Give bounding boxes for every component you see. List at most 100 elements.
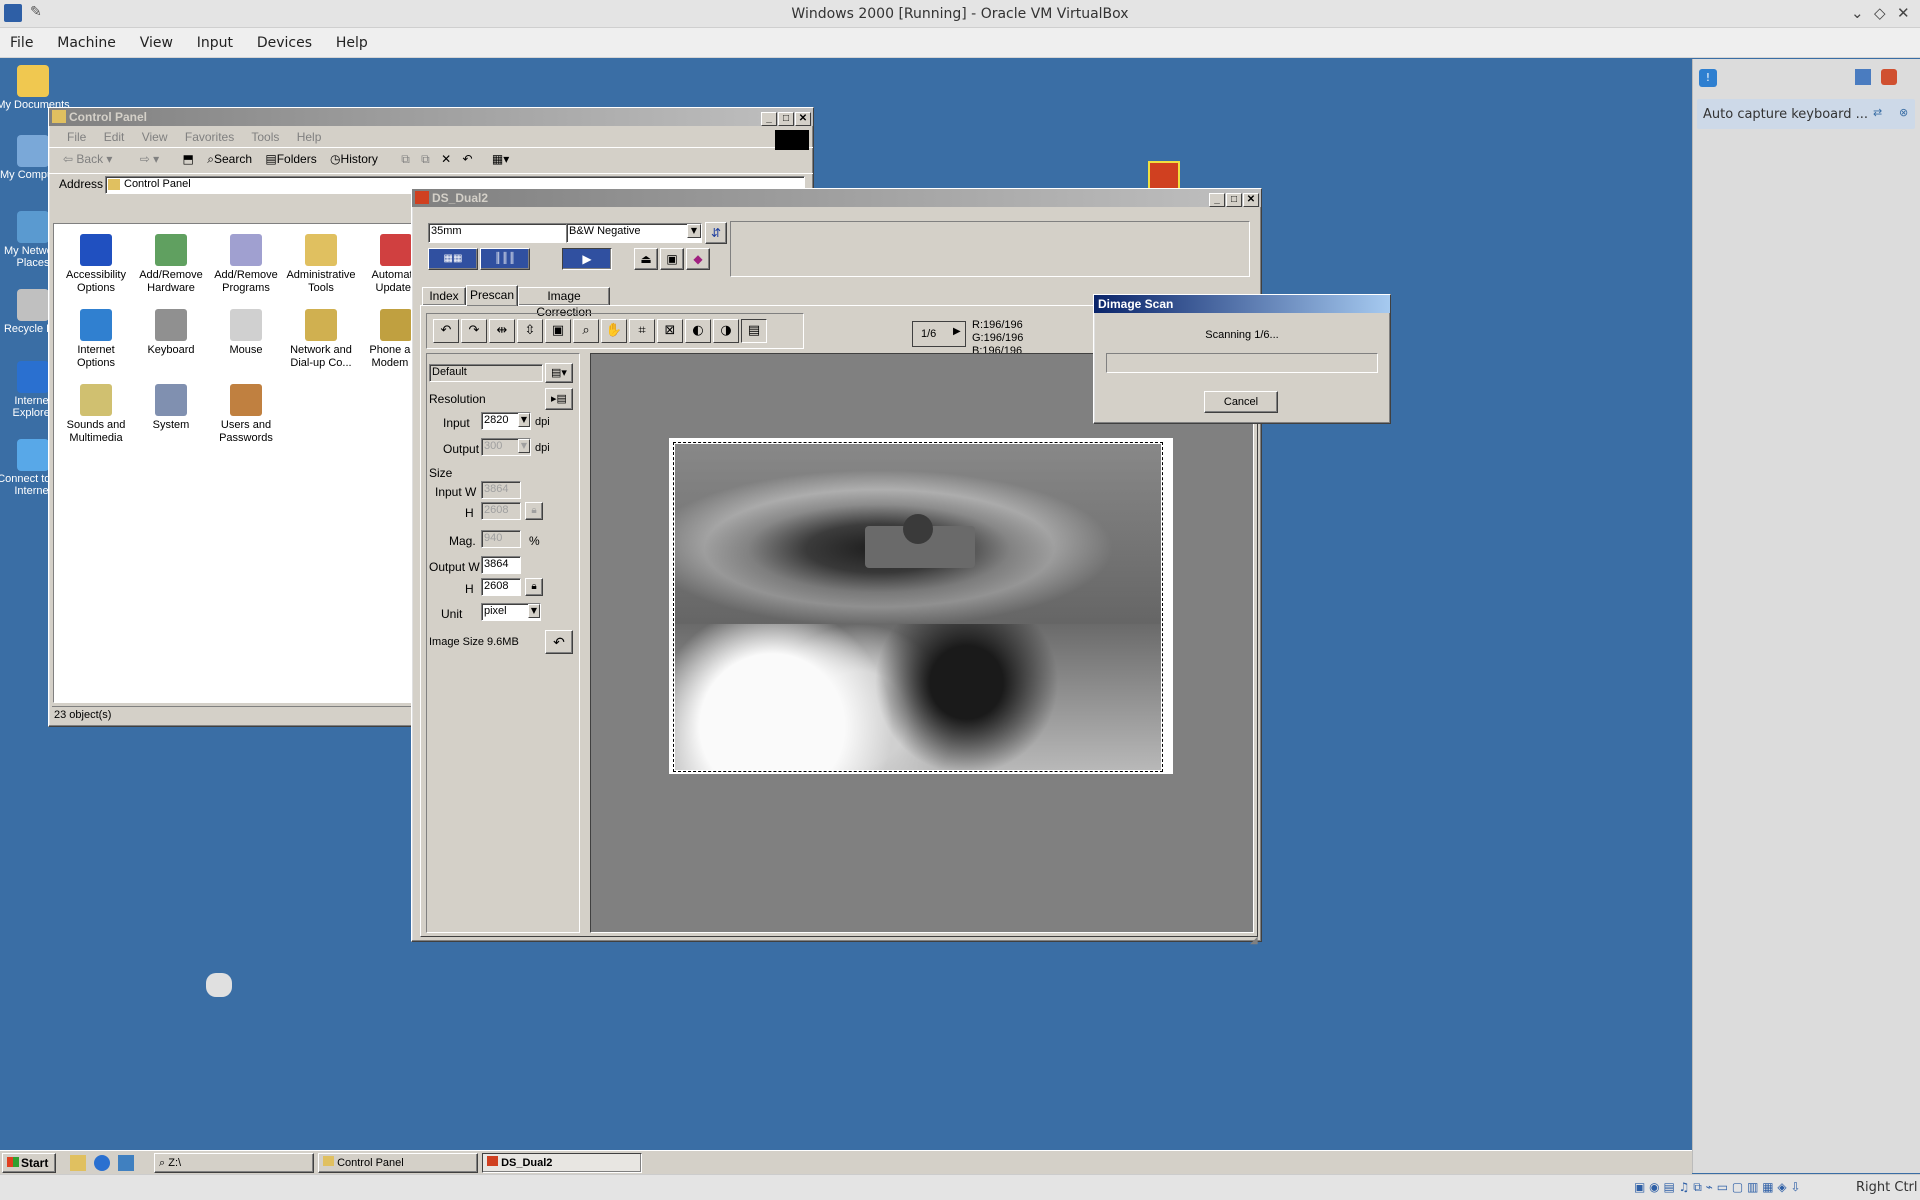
- menu-machine[interactable]: Machine: [47, 28, 126, 51]
- menu-devices[interactable]: Devices: [247, 28, 322, 51]
- task-z-drive[interactable]: ⌕ Z:\: [154, 1153, 314, 1173]
- cp-item-administrative-tools[interactable]: Administrative Tools: [283, 234, 359, 295]
- desktop-icon-my-documents[interactable]: My Documents: [0, 65, 70, 111]
- color-balance-icon[interactable]: ◑: [713, 319, 739, 343]
- close-button[interactable]: ✕: [795, 112, 811, 126]
- close-button[interactable]: ✕: [1243, 193, 1259, 207]
- audio-icon[interactable]: ♫: [1679, 1180, 1690, 1194]
- minimize-button[interactable]: _: [761, 112, 777, 126]
- close-icon[interactable]: ✕: [1897, 4, 1910, 22]
- history-button[interactable]: ◷History: [330, 152, 378, 166]
- resize-grip-icon[interactable]: ◢: [1250, 935, 1258, 946]
- output-width-field[interactable]: 3864: [481, 556, 521, 574]
- minimize-icon[interactable]: ⌄: [1851, 4, 1864, 22]
- cp-menu-favorites[interactable]: Favorites: [185, 130, 234, 144]
- cp-item-keyboard[interactable]: Keyboard: [133, 309, 209, 357]
- flip-vertical-icon[interactable]: ⇳: [517, 319, 543, 343]
- notice-close-icon[interactable]: ⊗: [1899, 106, 1908, 119]
- search-button[interactable]: ⌕Search: [207, 152, 252, 166]
- cp-item-add-remove-programs[interactable]: Add/Remove Programs: [208, 234, 284, 295]
- floppy-icon[interactable]: ▤: [1663, 1180, 1674, 1194]
- output-height-field[interactable]: 2608: [481, 578, 521, 596]
- cp-item-add-remove-hardware[interactable]: Add/Remove Hardware: [133, 234, 209, 295]
- frame-selector[interactable]: 1/6 ▶: [912, 321, 966, 347]
- show-desktop-icon[interactable]: [70, 1155, 86, 1171]
- eject-button[interactable]: ⏏: [634, 248, 658, 270]
- next-frame-icon[interactable]: ▶: [953, 326, 961, 337]
- maximize-button[interactable]: □: [1226, 193, 1242, 207]
- menu-file[interactable]: File: [0, 28, 43, 51]
- prescan-button[interactable]: ║║║: [480, 248, 530, 270]
- hard-disk-icon[interactable]: ▣: [1634, 1180, 1645, 1194]
- reset-icon[interactable]: ↶: [545, 630, 573, 654]
- cp-menu-view[interactable]: View: [142, 130, 168, 144]
- views-icon[interactable]: ▦▾: [492, 152, 509, 166]
- cp-menu-file[interactable]: File: [67, 130, 86, 144]
- cp-item-system[interactable]: System: [133, 384, 209, 432]
- cp-item-users-passwords[interactable]: Users and Passwords: [208, 384, 284, 445]
- undo-icon[interactable]: ↶: [462, 152, 472, 166]
- preset-menu-button[interactable]: ▤▾: [545, 363, 573, 383]
- display-icon[interactable]: ▢: [1732, 1180, 1743, 1194]
- maximize-icon[interactable]: ◇: [1874, 4, 1886, 22]
- keyboard-capture-icon[interactable]: ⇩: [1790, 1180, 1800, 1194]
- cancel-button[interactable]: Cancel: [1204, 391, 1278, 413]
- task-ds-dual[interactable]: DS_Dual2: [482, 1153, 642, 1173]
- film-type-select[interactable]: B&W Negative ▼: [566, 223, 702, 243]
- scan-button[interactable]: ▶: [562, 248, 612, 270]
- copy-to-icon[interactable]: ⧉: [421, 152, 430, 166]
- forward-button[interactable]: ⇨ ▾: [140, 152, 159, 166]
- ds-app-desktop-icon[interactable]: [1148, 161, 1180, 191]
- shared-folders-icon[interactable]: ▭: [1717, 1180, 1728, 1194]
- output-lock-icon[interactable]: 🔒︎: [525, 578, 543, 596]
- auto-exposure-icon[interactable]: ◐: [685, 319, 711, 343]
- start-button[interactable]: Start: [2, 1153, 56, 1173]
- cp-item-sounds-multimedia[interactable]: Sounds and Multimedia: [58, 384, 134, 445]
- cp-menu-help[interactable]: Help: [297, 130, 322, 144]
- menu-input[interactable]: Input: [187, 28, 243, 51]
- ie-quicklaunch-icon[interactable]: [94, 1155, 110, 1171]
- cp-item-internet-options[interactable]: Internet Options: [58, 309, 134, 370]
- notification-icon[interactable]: !: [1699, 69, 1717, 87]
- cp-item-network-dialup[interactable]: Network and Dial-up Co...: [283, 309, 359, 370]
- cpu-icon[interactable]: ▦: [1762, 1180, 1773, 1194]
- auto-focus-icon[interactable]: ▤: [741, 319, 767, 343]
- film-settings-button[interactable]: ⇵: [705, 222, 727, 244]
- network-icon[interactable]: ⧉: [1693, 1180, 1702, 1194]
- panel-settings-icon[interactable]: [1881, 69, 1897, 85]
- hand-icon[interactable]: ✋: [601, 319, 627, 343]
- delete-icon[interactable]: ✕: [441, 152, 451, 166]
- rotate-left-icon[interactable]: ↶: [433, 319, 459, 343]
- back-button[interactable]: ⇦ Back ▾: [63, 152, 112, 166]
- folders-button[interactable]: ▤Folders: [265, 152, 316, 166]
- unit-select[interactable]: pixel ▼: [481, 603, 541, 621]
- resolution-button[interactable]: ▸▤: [545, 388, 573, 410]
- input-dpi-select[interactable]: 2820 ▼: [481, 412, 531, 430]
- outlook-quicklaunch-icon[interactable]: [118, 1155, 134, 1171]
- optical-drive-icon[interactable]: ◉: [1649, 1180, 1659, 1194]
- cp-menu-tools[interactable]: Tools: [251, 130, 279, 144]
- recording-icon[interactable]: ▥: [1747, 1180, 1758, 1194]
- lock-icon[interactable]: ⊠: [657, 319, 683, 343]
- move-to-icon[interactable]: ⧉: [401, 152, 410, 166]
- minimize-button[interactable]: _: [1209, 193, 1225, 207]
- task-control-panel[interactable]: Control Panel: [318, 1153, 478, 1173]
- rotate-right-icon[interactable]: ↷: [461, 319, 487, 343]
- menu-help[interactable]: Help: [326, 28, 378, 51]
- scan-frames-button[interactable]: ▦▦: [428, 248, 478, 270]
- tab-prescan[interactable]: Prescan: [466, 285, 518, 306]
- mouse-integration-icon[interactable]: ◈: [1777, 1180, 1786, 1194]
- tab-image-correction[interactable]: Image Correction: [518, 287, 610, 319]
- flip-horizontal-icon[interactable]: ⇹: [489, 319, 515, 343]
- zoom-icon[interactable]: ⌕: [573, 319, 599, 343]
- maximize-button[interactable]: □: [778, 112, 794, 126]
- cp-menu-edit[interactable]: Edit: [104, 130, 125, 144]
- fullscreen-icon[interactable]: ▣: [545, 319, 571, 343]
- up-folder-icon[interactable]: ⬒: [183, 152, 194, 166]
- tab-index[interactable]: Index: [422, 287, 466, 305]
- preset-select[interactable]: Default: [429, 364, 543, 382]
- preferences-button[interactable]: ▣: [660, 248, 684, 270]
- crop-icon[interactable]: ⌗: [629, 319, 655, 343]
- menu-view[interactable]: View: [130, 28, 183, 51]
- panel-layout-icon[interactable]: [1855, 69, 1871, 85]
